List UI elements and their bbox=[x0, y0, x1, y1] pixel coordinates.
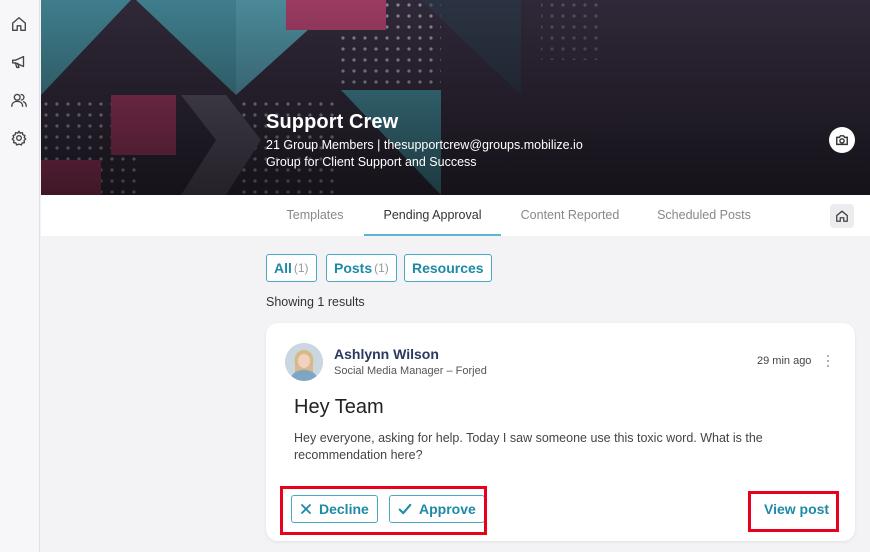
close-icon bbox=[301, 504, 311, 514]
megaphone-icon bbox=[12, 55, 25, 69]
filter-resources-label: Resources bbox=[412, 260, 484, 276]
author-photo bbox=[285, 343, 323, 381]
post-timestamp: 29 min ago bbox=[757, 355, 812, 367]
results-count: Showing 1 results bbox=[266, 295, 365, 309]
change-banner-button[interactable] bbox=[829, 127, 855, 153]
group-banner: Support Crew 21 Group Members | thesuppo… bbox=[41, 0, 870, 195]
filter-posts-label: Posts bbox=[334, 260, 373, 276]
post-body: Hey everyone, asking for help. Today I s… bbox=[294, 431, 763, 462]
home-icon bbox=[836, 210, 848, 222]
filter-posts[interactable]: Posts (1) bbox=[326, 254, 397, 282]
filter-all-label: All bbox=[274, 260, 292, 276]
pending-post-card: Ashlynn Wilson Social Media Manager – Fo… bbox=[266, 323, 855, 541]
post-author-name[interactable]: Ashlynn Wilson bbox=[334, 346, 439, 362]
users-icon bbox=[11, 93, 27, 107]
left-nav-rail bbox=[0, 0, 40, 552]
tab-content-reported[interactable]: Content Reported bbox=[507, 195, 633, 236]
nav-home-button[interactable] bbox=[8, 13, 30, 35]
group-description: Group for Client Support and Success bbox=[266, 155, 477, 169]
more-vertical-icon bbox=[827, 355, 829, 357]
tab-scheduled-posts[interactable]: Scheduled Posts bbox=[647, 195, 761, 236]
group-meta: 21 Group Members | thesupportcrew@groups… bbox=[266, 138, 583, 152]
home-icon bbox=[12, 17, 26, 31]
group-home-button[interactable] bbox=[830, 204, 854, 228]
tab-pending-approval[interactable]: Pending Approval bbox=[364, 195, 501, 236]
filter-all[interactable]: All (1) bbox=[266, 254, 317, 282]
check-icon bbox=[398, 503, 412, 515]
nav-settings-button[interactable] bbox=[8, 127, 30, 149]
filter-all-count: (1) bbox=[293, 261, 309, 275]
filter-resources[interactable]: Resources bbox=[404, 254, 492, 282]
decline-button[interactable]: Decline bbox=[291, 495, 378, 523]
group-title: Support Crew bbox=[266, 111, 399, 133]
avatar[interactable] bbox=[285, 343, 323, 381]
post-more-menu[interactable] bbox=[822, 353, 834, 369]
nav-groups-button[interactable] bbox=[8, 89, 30, 111]
approve-label: Approve bbox=[419, 501, 476, 517]
tab-templates[interactable]: Templates bbox=[271, 195, 359, 236]
view-post-link[interactable]: View post bbox=[764, 501, 829, 517]
filter-posts-count: (1) bbox=[374, 261, 389, 275]
moderation-tabs: Templates Pending Approval Content Repor… bbox=[41, 195, 870, 236]
post-title: Hey Team bbox=[294, 396, 384, 418]
approve-button[interactable]: Approve bbox=[389, 495, 485, 523]
decline-label: Decline bbox=[319, 501, 369, 517]
nav-announcements-button[interactable] bbox=[8, 51, 30, 73]
post-author-role: Social Media Manager – Forjed bbox=[334, 365, 487, 377]
camera-icon bbox=[836, 135, 848, 146]
gear-icon bbox=[11, 130, 27, 146]
